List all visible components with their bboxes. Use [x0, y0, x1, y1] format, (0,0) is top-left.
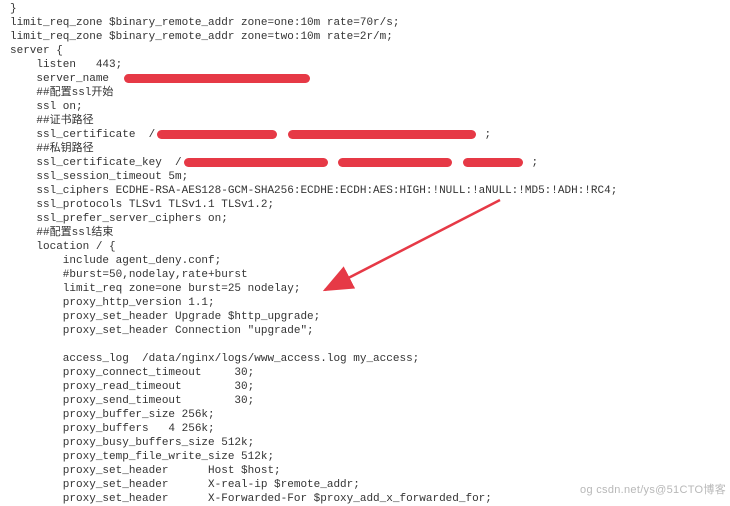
code-text: proxy_read_timeout 30;: [10, 381, 254, 393]
code-text: limit_req_zone $binary_remote_addr zone=…: [10, 31, 393, 43]
code-line: }: [10, 2, 730, 16]
code-text: location / {: [10, 241, 116, 253]
code-text: proxy_http_version 1.1;: [10, 297, 215, 309]
code-text: access_log /data/nginx/logs/www_access.l…: [10, 353, 419, 365]
code-line: ssl_session_timeout 5m;: [10, 170, 730, 184]
code-text: ssl_certificate /: [10, 129, 155, 141]
code-text: proxy_set_header Host $host;: [10, 465, 281, 477]
code-text: proxy_set_header X-real-ip $remote_addr;: [10, 479, 360, 491]
code-text: proxy_temp_file_write_size 512k;: [10, 451, 274, 463]
code-line: proxy_temp_file_write_size 512k;: [10, 450, 730, 464]
code-line: ssl_certificate_key / ;: [10, 156, 730, 170]
code-line: proxy_set_header Upgrade $http_upgrade;: [10, 310, 730, 324]
code-line: proxy_set_header Host $host;: [10, 464, 730, 478]
code-text: ssl_session_timeout 5m;: [10, 171, 188, 183]
code-text: #burst=50,nodelay,rate+burst: [10, 269, 248, 281]
code-line: ##配置ssl开始: [10, 86, 730, 100]
code-text: server_name: [10, 73, 122, 85]
redaction-mark: [184, 158, 328, 167]
code-block: } limit_req_zone $binary_remote_addr zone…: [10, 2, 730, 506]
watermark-right: @51CTO博客: [655, 484, 726, 496]
code-line: limit_req_zone $binary_remote_addr zone=…: [10, 30, 730, 44]
code-line: location / {: [10, 240, 730, 254]
code-line: include agent_deny.conf;: [10, 254, 730, 268]
code-line: access_log /data/nginx/logs/www_access.l…: [10, 352, 730, 366]
code-text: ssl_prefer_server_ciphers on;: [10, 213, 228, 225]
code-text: proxy_set_header Upgrade $http_upgrade;: [10, 311, 320, 323]
code-line: ssl_ciphers ECDHE-RSA-AES128-GCM-SHA256:…: [10, 184, 730, 198]
code-line: proxy_set_header Connection "upgrade";: [10, 324, 730, 338]
code-text: ssl_certificate_key /: [10, 157, 182, 169]
code-text: }: [10, 3, 17, 15]
code-line: limit_req_zone $binary_remote_addr zone=…: [10, 16, 730, 30]
redaction-mark: [288, 130, 476, 139]
redaction-mark: [463, 158, 523, 167]
code-text: ##配置ssl开始: [10, 87, 113, 99]
code-text: proxy_buffers 4 256k;: [10, 423, 215, 435]
code-line: proxy_buffers 4 256k;: [10, 422, 730, 436]
redaction-mark: [124, 74, 310, 83]
code-text: ##配置ssl结束: [10, 227, 113, 239]
code-line: ##证书路径: [10, 114, 730, 128]
code-line: #burst=50,nodelay,rate+burst: [10, 268, 730, 282]
code-line: proxy_send_timeout 30;: [10, 394, 730, 408]
code-text: limit_req zone=one burst=25 nodelay;: [10, 283, 300, 295]
code-line: ssl_protocols TLSv1 TLSv1.1 TLSv1.2;: [10, 198, 730, 212]
code-text: proxy_send_timeout 30;: [10, 395, 254, 407]
code-text: server {: [10, 45, 63, 57]
code-text: ##私钥路径: [10, 143, 94, 155]
code-line: proxy_http_version 1.1;: [10, 296, 730, 310]
code-text: listen 443;: [10, 59, 122, 71]
code-line: ssl_prefer_server_ciphers on;: [10, 212, 730, 226]
watermark-left: og csdn.net/ys: [580, 484, 655, 496]
code-text: proxy_buffer_size 256k;: [10, 409, 215, 421]
code-line: ssl_certificate / ;: [10, 128, 730, 142]
code-text: proxy_set_header X-Forwarded-For $proxy_…: [10, 493, 492, 505]
code-text: limit_req_zone $binary_remote_addr zone=…: [10, 17, 399, 29]
code-text: proxy_connect_timeout 30;: [10, 367, 254, 379]
code-line: proxy_buffer_size 256k;: [10, 408, 730, 422]
code-line: limit_req zone=one burst=25 nodelay;: [10, 282, 730, 296]
redaction-mark: [338, 158, 452, 167]
code-text: ssl on;: [10, 101, 83, 113]
redaction-mark: [157, 130, 277, 139]
code-line: server_name: [10, 72, 730, 86]
watermark: og csdn.net/ys@51CTO博客: [580, 483, 726, 497]
code-line: ssl on;: [10, 100, 730, 114]
code-line: [10, 338, 730, 352]
code-line: proxy_busy_buffers_size 512k;: [10, 436, 730, 450]
code-text: ##证书路径: [10, 115, 94, 127]
code-text: proxy_set_header Connection "upgrade";: [10, 325, 314, 337]
code-line: ##私钥路径: [10, 142, 730, 156]
code-line: ##配置ssl结束: [10, 226, 730, 240]
code-line: listen 443;: [10, 58, 730, 72]
code-text: ssl_ciphers ECDHE-RSA-AES128-GCM-SHA256:…: [10, 185, 617, 197]
code-line: proxy_read_timeout 30;: [10, 380, 730, 394]
code-line: proxy_connect_timeout 30;: [10, 366, 730, 380]
code-text: proxy_busy_buffers_size 512k;: [10, 437, 254, 449]
code-line: server {: [10, 44, 730, 58]
code-text: ssl_protocols TLSv1 TLSv1.1 TLSv1.2;: [10, 199, 274, 211]
code-text: include agent_deny.conf;: [10, 255, 221, 267]
